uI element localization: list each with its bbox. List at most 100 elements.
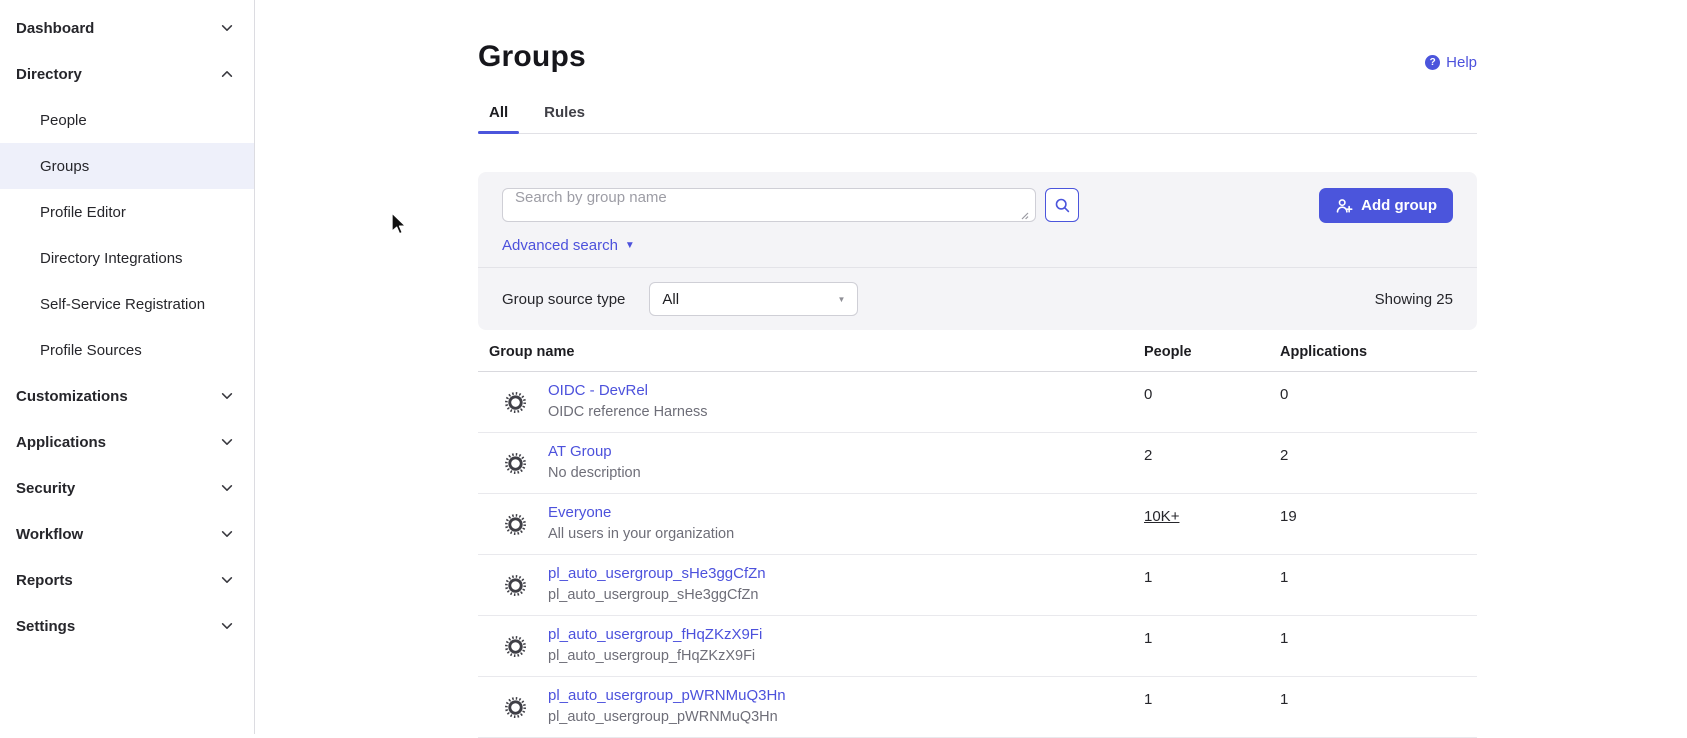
chevron-down-icon [220,481,234,495]
sidebar-item-label: Profile Sources [40,342,142,359]
people-count: 1 [1144,691,1152,708]
applications-count: 0 [1280,386,1288,403]
caret-down-icon: ▼ [625,240,635,251]
applications-count: 1 [1280,630,1288,647]
group-source-type-select[interactable]: All ▼ [649,282,858,316]
sidebar-item-workflow[interactable]: Workflow [0,511,254,557]
people-count-cell: 10K+ [1144,494,1280,554]
sidebar-item-label: Customizations [16,388,128,405]
sidebar-item-settings[interactable]: Settings [0,603,254,649]
people-count-cell: 1 [1144,555,1280,615]
page-header: Groups ? Help [478,40,1477,74]
chevron-up-icon [220,67,234,81]
sidebar-item-applications[interactable]: Applications [0,419,254,465]
group-name-cell: pl_auto_usergroup_fHqZKzX9Fi pl_auto_use… [478,616,1144,676]
filter-row: Group source type All ▼ Showing 25 [478,268,1477,330]
sidebar-item-self-service-registration[interactable]: Self-Service Registration [0,281,254,327]
chevron-down-icon [220,21,234,35]
sidebar-item-reports[interactable]: Reports [0,557,254,603]
sidebar-item-security[interactable]: Security [0,465,254,511]
sidebar-item-label: Directory Integrations [40,250,183,267]
people-count: 2 [1144,447,1152,464]
sidebar-item-label: Applications [16,434,106,451]
sidebar-item-label: Settings [16,618,75,635]
applications-count: 19 [1280,508,1297,525]
add-group-button[interactable]: Add group [1319,188,1453,223]
people-count: 0 [1144,386,1152,403]
group-name-link[interactable]: pl_auto_usergroup_sHe3ggCfZn [548,563,766,586]
applications-count-cell: 19 [1280,494,1477,554]
table-row: OIDC - DevRel OIDC reference Harness 0 0 [478,372,1477,433]
people-count-cell: 2 [1144,433,1280,493]
question-mark-icon: ? [1425,55,1440,70]
help-link-label: Help [1446,54,1477,71]
search-button[interactable] [1045,188,1079,222]
group-description: All users in your organization [548,524,734,546]
sidebar-item-label: Groups [40,158,89,175]
advanced-search-link[interactable]: Advanced search ▼ [502,237,635,254]
sidebar-item-people[interactable]: People [0,97,254,143]
search-filter-panel: Add group Advanced search ▼ Group source… [478,172,1477,330]
sidebar-item-label: People [40,112,87,129]
group-description: pl_auto_usergroup_pWRNMuQ3Hn [548,707,786,729]
table-row: Everyone All users in your organization … [478,494,1477,555]
sidebar-item-label: Self-Service Registration [40,296,205,313]
table-row: pl_auto_usergroup_fHqZKzX9Fi pl_auto_use… [478,616,1477,677]
applications-count-cell: 0 [1280,372,1477,432]
selected-option: All [662,291,679,308]
group-avatar-icon [504,574,527,597]
page-title: Groups [478,40,586,74]
applications-count: 2 [1280,447,1288,464]
people-count-cell: 1 [1144,616,1280,676]
column-header-applications: Applications [1280,344,1477,360]
people-count-cell: 1 [1144,677,1280,737]
table-body: OIDC - DevRel OIDC reference Harness 0 0… [478,372,1477,738]
group-name-link[interactable]: OIDC - DevRel [548,380,708,403]
search-icon [1054,197,1071,214]
sidebar-item-label: Reports [16,572,73,589]
chevron-down-icon [220,527,234,541]
table-row: pl_auto_usergroup_sHe3ggCfZn pl_auto_use… [478,555,1477,616]
group-avatar-icon [504,513,527,536]
group-name-link[interactable]: pl_auto_usergroup_fHqZKzX9Fi [548,624,762,647]
applications-count: 1 [1280,691,1288,708]
group-avatar-icon [504,452,527,475]
sidebar-item-directory-integrations[interactable]: Directory Integrations [0,235,254,281]
group-source-type-label: Group source type [502,291,625,308]
group-name-link[interactable]: Everyone [548,502,734,525]
group-description: No description [548,463,641,485]
applications-count-cell: 1 [1280,555,1477,615]
applications-count-cell: 1 [1280,677,1477,737]
advanced-search-label: Advanced search [502,237,618,254]
search-input[interactable] [502,188,1036,222]
sidebar-item-label: Directory [16,66,82,83]
sidebar-item-profile-sources[interactable]: Profile Sources [0,327,254,373]
applications-count-cell: 1 [1280,616,1477,676]
groups-table: Group name People Applications OIDC - De… [478,330,1477,738]
group-avatar-icon [504,635,527,658]
people-count[interactable]: 10K+ [1144,508,1179,525]
group-name-link[interactable]: AT Group [548,441,641,464]
applications-count-cell: 2 [1280,433,1477,493]
group-name-cell: pl_auto_usergroup_sHe3ggCfZn pl_auto_use… [478,555,1144,615]
add-group-icon [1335,197,1353,215]
search-field-wrap [502,188,1036,227]
search-row: Add group [478,172,1477,227]
help-link[interactable]: ? Help [1425,54,1477,71]
table-row: pl_auto_usergroup_pWRNMuQ3Hn pl_auto_use… [478,677,1477,738]
advanced-search-row: Advanced search ▼ [478,227,1477,268]
sidebar-item-profile-editor[interactable]: Profile Editor [0,189,254,235]
tab-rules[interactable]: Rules [533,94,596,133]
tab-bar: All Rules [478,94,1477,134]
chevron-down-icon [220,619,234,633]
group-name-link[interactable]: pl_auto_usergroup_pWRNMuQ3Hn [548,685,786,708]
sidebar-item-label: Workflow [16,526,83,543]
sidebar-item-customizations[interactable]: Customizations [0,373,254,419]
showing-count: Showing 25 [1375,291,1453,308]
sidebar-item-groups[interactable]: Groups [0,143,254,189]
sidebar-item-dashboard[interactable]: Dashboard [0,5,254,51]
sidebar-item-directory[interactable]: Directory [0,51,254,97]
chevron-down-icon [220,573,234,587]
group-avatar-icon [504,696,527,719]
tab-all[interactable]: All [478,94,519,133]
